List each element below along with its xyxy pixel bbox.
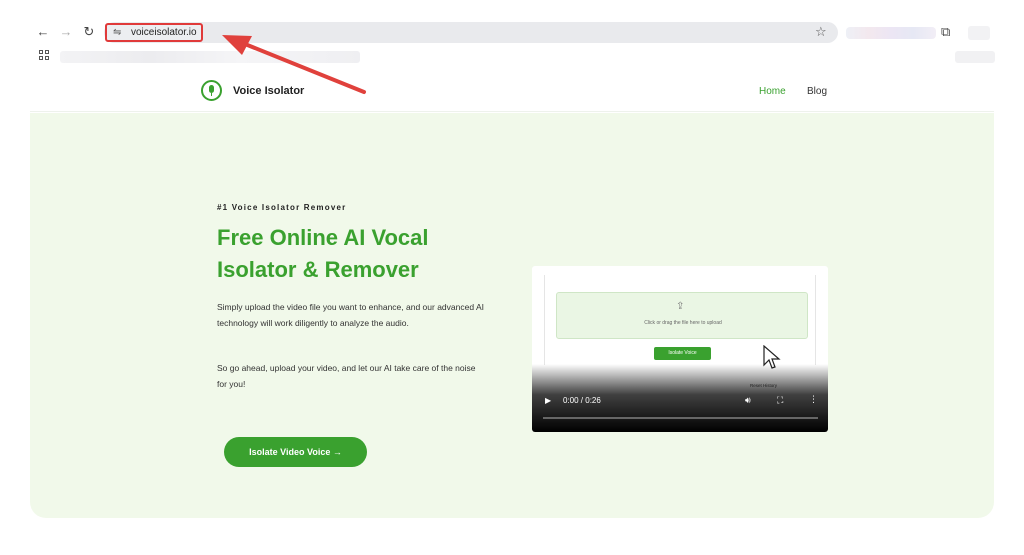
- more-options-icon[interactable]: ⋮: [809, 394, 818, 405]
- blurred-bookmarks-right: [955, 51, 995, 63]
- upload-icon: ⇪: [676, 301, 685, 312]
- url-highlight-box[interactable]: ⇋ voiceisolator.io: [105, 23, 203, 42]
- arrow-left-icon[interactable]: ←: [34, 23, 52, 41]
- brand-name[interactable]: Voice Isolator: [233, 85, 304, 97]
- browser-toolbar: ← → ↻ ⇋ voiceisolator.io ☆ ⧉: [0, 0, 1024, 44]
- site-header: Voice Isolator Home Blog: [30, 68, 994, 112]
- arrow-right-icon[interactable]: →: [57, 23, 75, 41]
- volume-icon[interactable]: 🔊︎: [745, 395, 751, 406]
- address-bar[interactable]: [104, 22, 838, 43]
- play-icon[interactable]: ▶: [545, 396, 551, 405]
- upload-dropzone: ⇪ Click or drag the file here to upload: [556, 292, 808, 339]
- fullscreen-icon[interactable]: ⛶: [777, 395, 783, 406]
- star-icon[interactable]: ☆: [815, 24, 827, 40]
- dropzone-text: Click or drag the file here to upload: [644, 320, 722, 326]
- apps-grid-icon[interactable]: [39, 50, 49, 60]
- hero-title: Free Online AI Vocal Isolator & Remover: [217, 225, 429, 282]
- reload-icon[interactable]: ↻: [80, 23, 98, 41]
- hero-eyebrow: #1 Voice Isolator Remover: [217, 203, 347, 212]
- url-text[interactable]: voiceisolator.io: [131, 27, 197, 38]
- hero-section: #1 Voice Isolator Remover Free Online AI…: [30, 113, 994, 518]
- nav-home-link[interactable]: Home: [759, 86, 786, 97]
- screenshot-root: ← → ↻ ⇋ voiceisolator.io ☆ ⧉ Voice Isola…: [0, 0, 1024, 555]
- blurred-profile-area: [846, 27, 936, 39]
- hero-paragraph-1: Simply upload the video file you want to…: [217, 302, 484, 328]
- blurred-menu-area: [968, 26, 990, 40]
- blurred-bookmarks: [60, 51, 360, 63]
- tune-icon[interactable]: ⇋: [113, 27, 121, 38]
- hero-paragraph-2: So go ahead, upload your video, and let …: [217, 363, 476, 389]
- video-time: 0:00 / 0:26: [563, 396, 601, 405]
- nav-blog-link[interactable]: Blog: [807, 86, 827, 97]
- puzzle-icon[interactable]: ⧉: [941, 24, 950, 40]
- video-progress-bar[interactable]: [543, 417, 818, 419]
- isolate-voice-button-in-video: Isolate Voice: [654, 347, 711, 360]
- demo-video-player[interactable]: ⇪ Click or drag the file here to upload …: [532, 266, 828, 432]
- microphone-logo-icon[interactable]: [201, 80, 222, 101]
- isolate-video-voice-button[interactable]: Isolate Video Voice →: [224, 437, 367, 467]
